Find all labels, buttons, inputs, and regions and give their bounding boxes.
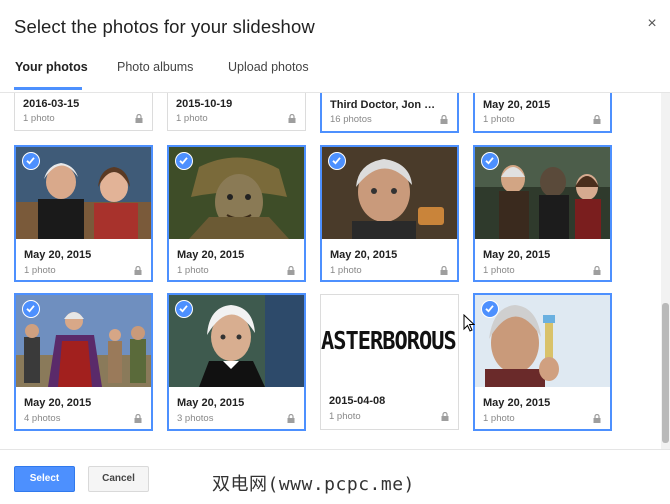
tab-your-photos[interactable]: Your photos [15,60,88,74]
tile-photo-count: 1 photo [176,113,208,124]
banner-text: ASTERBOROUS T [321,327,458,356]
tile-photo-count: 16 photos [330,114,372,125]
tile-photo-count: 1 photo [23,113,55,124]
tile-date: 2016-03-15 [23,98,80,110]
photo-thumbnail: ASTERBOROUS T [321,295,458,387]
tile-date: May 20, 2015 [24,249,92,261]
tile-photo-count: 1 photo [483,265,515,276]
photo-tile[interactable]: May 20, 2015 3 photos [167,293,306,431]
photo-tile[interactable]: May 20, 2015 4 photos [14,293,153,431]
tile-photo-count: 1 photo [483,413,515,424]
selected-check-icon[interactable] [22,152,40,170]
photo-tile[interactable]: May 20, 2015 1 photo [320,145,459,282]
tile-date: May 20, 2015 [177,397,245,409]
lock-icon [441,412,449,421]
tile-date: May 20, 2015 [483,99,551,111]
lock-icon [288,114,296,123]
photo-tile[interactable]: May 20, 2015 1 photo [14,145,153,282]
selected-check-icon[interactable] [175,300,193,318]
selected-check-icon[interactable] [481,300,499,318]
tile-photo-count: 1 photo [483,114,515,125]
tile-photo-count: 4 photos [24,413,61,424]
tab-photo-albums[interactable]: Photo albums [117,60,193,74]
grid-scrollbar[interactable] [661,93,670,449]
tab-upload-photos[interactable]: Upload photos [228,60,309,74]
tile-photo-count: 1 photo [177,265,209,276]
tile-date: Third Doctor, Jon Per... [330,99,442,111]
selected-check-icon[interactable] [481,152,499,170]
photo-tile[interactable]: 2016-03-15 1 photo [14,93,153,131]
active-tab-indicator [14,87,82,90]
photo-tile[interactable]: May 20, 2015 1 photo [473,293,612,431]
tile-date: 2015-04-08 [329,395,386,407]
select-button[interactable]: Select [14,466,75,492]
tile-date: May 20, 2015 [24,397,92,409]
dialog-title: Select the photos for your slideshow [14,16,315,37]
tab-bar: Your photos Photo albums Upload photos [0,54,670,92]
scrollbar-thumb[interactable] [662,303,669,443]
lock-icon [287,266,295,275]
selected-check-icon[interactable] [328,152,346,170]
footer-divider [0,449,670,450]
photo-tile[interactable]: ASTERBOROUS T 2015-04-08 1 photo [320,294,459,430]
cancel-button[interactable]: Cancel [88,466,149,492]
tile-date: May 20, 2015 [483,397,551,409]
lock-icon [593,414,601,423]
lock-icon [287,414,295,423]
mouse-cursor-icon [463,314,475,332]
close-icon[interactable]: × [644,16,660,32]
tile-date: May 20, 2015 [330,249,398,261]
lock-icon [135,114,143,123]
selected-check-icon[interactable] [22,300,40,318]
tile-date: 2015-10-19 [176,98,233,110]
tile-photo-count: 1 photo [24,265,56,276]
photo-tile[interactable]: May 20, 2015 1 photo [473,93,612,133]
lock-icon [593,266,601,275]
photo-grid: 2016-03-15 1 photo 2015-10-19 1 photo Th… [0,93,660,449]
photo-tile[interactable]: May 20, 2015 1 photo [167,145,306,282]
lock-icon [593,115,601,124]
tile-photo-count: 1 photo [329,411,361,422]
photo-tile[interactable]: Third Doctor, Jon Per... 16 photos [320,93,459,133]
lock-icon [440,115,448,124]
photo-tile[interactable]: May 20, 2015 1 photo [473,145,612,282]
photo-tile[interactable]: 2015-10-19 1 photo [167,93,306,131]
lock-icon [440,266,448,275]
lock-icon [134,266,142,275]
selected-check-icon[interactable] [175,152,193,170]
watermark-text: 双电网(www.pcpc.me) [212,474,415,495]
tile-date: May 20, 2015 [483,249,551,261]
tile-photo-count: 3 photos [177,413,214,424]
tile-photo-count: 1 photo [330,265,362,276]
tile-date: May 20, 2015 [177,249,245,261]
lock-icon [134,414,142,423]
